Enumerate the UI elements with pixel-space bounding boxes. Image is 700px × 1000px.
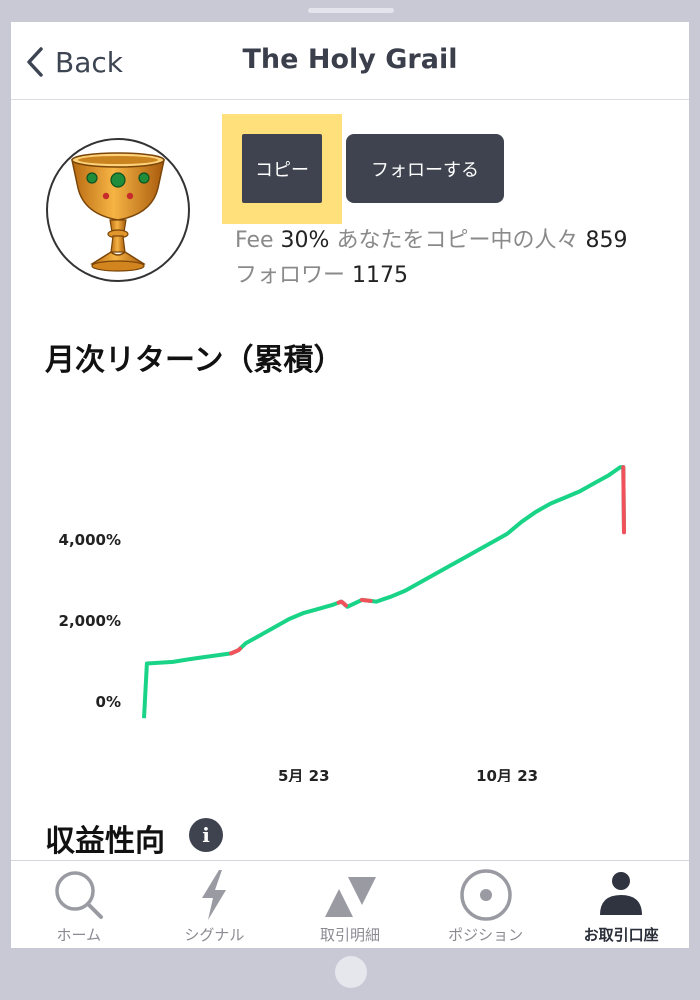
x-tick-label: 10月 23 — [476, 767, 538, 782]
fee-and-copiers-line: Fee 30% あなたをコピー中の人々 859 — [235, 222, 627, 254]
followers-value: 1175 — [352, 263, 409, 288]
cumulative-return-chart: 0% 2,000% 4,000% 5月 23 10月 23 — [59, 465, 626, 782]
tab-signals-label: シグナル — [184, 926, 245, 944]
tab-home-label: ホーム — [56, 926, 102, 944]
trades-icon — [324, 877, 376, 917]
copiers-value: 859 — [585, 228, 628, 253]
search-icon — [55, 871, 103, 919]
followers-line: フォロワー 1175 — [235, 257, 408, 289]
device-home-button[interactable] — [335, 956, 367, 988]
bottom-tab-bar: ホーム シグナル 取引明細 ポジション お取引口座 — [11, 860, 689, 948]
back-button[interactable]: Back — [25, 44, 123, 80]
return-line-down — [359, 597, 373, 603]
info-icon[interactable]: i — [189, 818, 223, 852]
y-tick-label: 4,000% — [59, 531, 121, 549]
account-icon — [600, 872, 643, 915]
copy-button[interactable]: コピー — [242, 134, 322, 203]
strategy-section-title: 収益性向 — [45, 824, 165, 859]
app-screen: Back The Holy Grail コピー フォローする Fee 30% あ… — [11, 22, 689, 948]
lightning-icon — [202, 870, 227, 920]
y-tick-label: 2,000% — [59, 612, 121, 630]
tab-home[interactable]: ホーム — [11, 861, 147, 948]
return-line-down — [621, 465, 626, 535]
fee-label: Fee — [235, 228, 274, 253]
chart-section-title: 月次リターン（累積） — [45, 343, 344, 378]
fee-value: 30% — [280, 228, 330, 253]
tab-trades[interactable]: 取引明細 — [282, 861, 418, 948]
tab-positions[interactable]: ポジション — [418, 861, 554, 948]
tab-account-label: お取引口座 — [583, 926, 659, 944]
followers-label: フォロワー — [235, 263, 346, 288]
back-label: Back — [55, 45, 123, 79]
y-tick-label: 0% — [96, 693, 121, 711]
position-icon — [459, 869, 512, 921]
return-line-up — [142, 465, 626, 719]
tab-positions-label: ポジション — [448, 926, 524, 944]
x-tick-label: 5月 23 — [278, 767, 330, 782]
holy-grail-icon — [71, 152, 165, 272]
tab-signals[interactable]: シグナル — [147, 861, 283, 948]
nav-header: Back The Holy Grail — [11, 22, 689, 100]
copiers-label: あなたをコピー中の人々 — [336, 228, 579, 253]
chevron-left-icon — [27, 47, 43, 77]
device-top-bar — [308, 8, 394, 13]
tab-account[interactable]: お取引口座 — [553, 861, 689, 948]
return-line-down — [229, 646, 242, 656]
follow-button[interactable]: フォローする — [346, 134, 504, 203]
tab-trades-label: 取引明細 — [319, 926, 380, 944]
trader-avatar — [46, 138, 190, 282]
